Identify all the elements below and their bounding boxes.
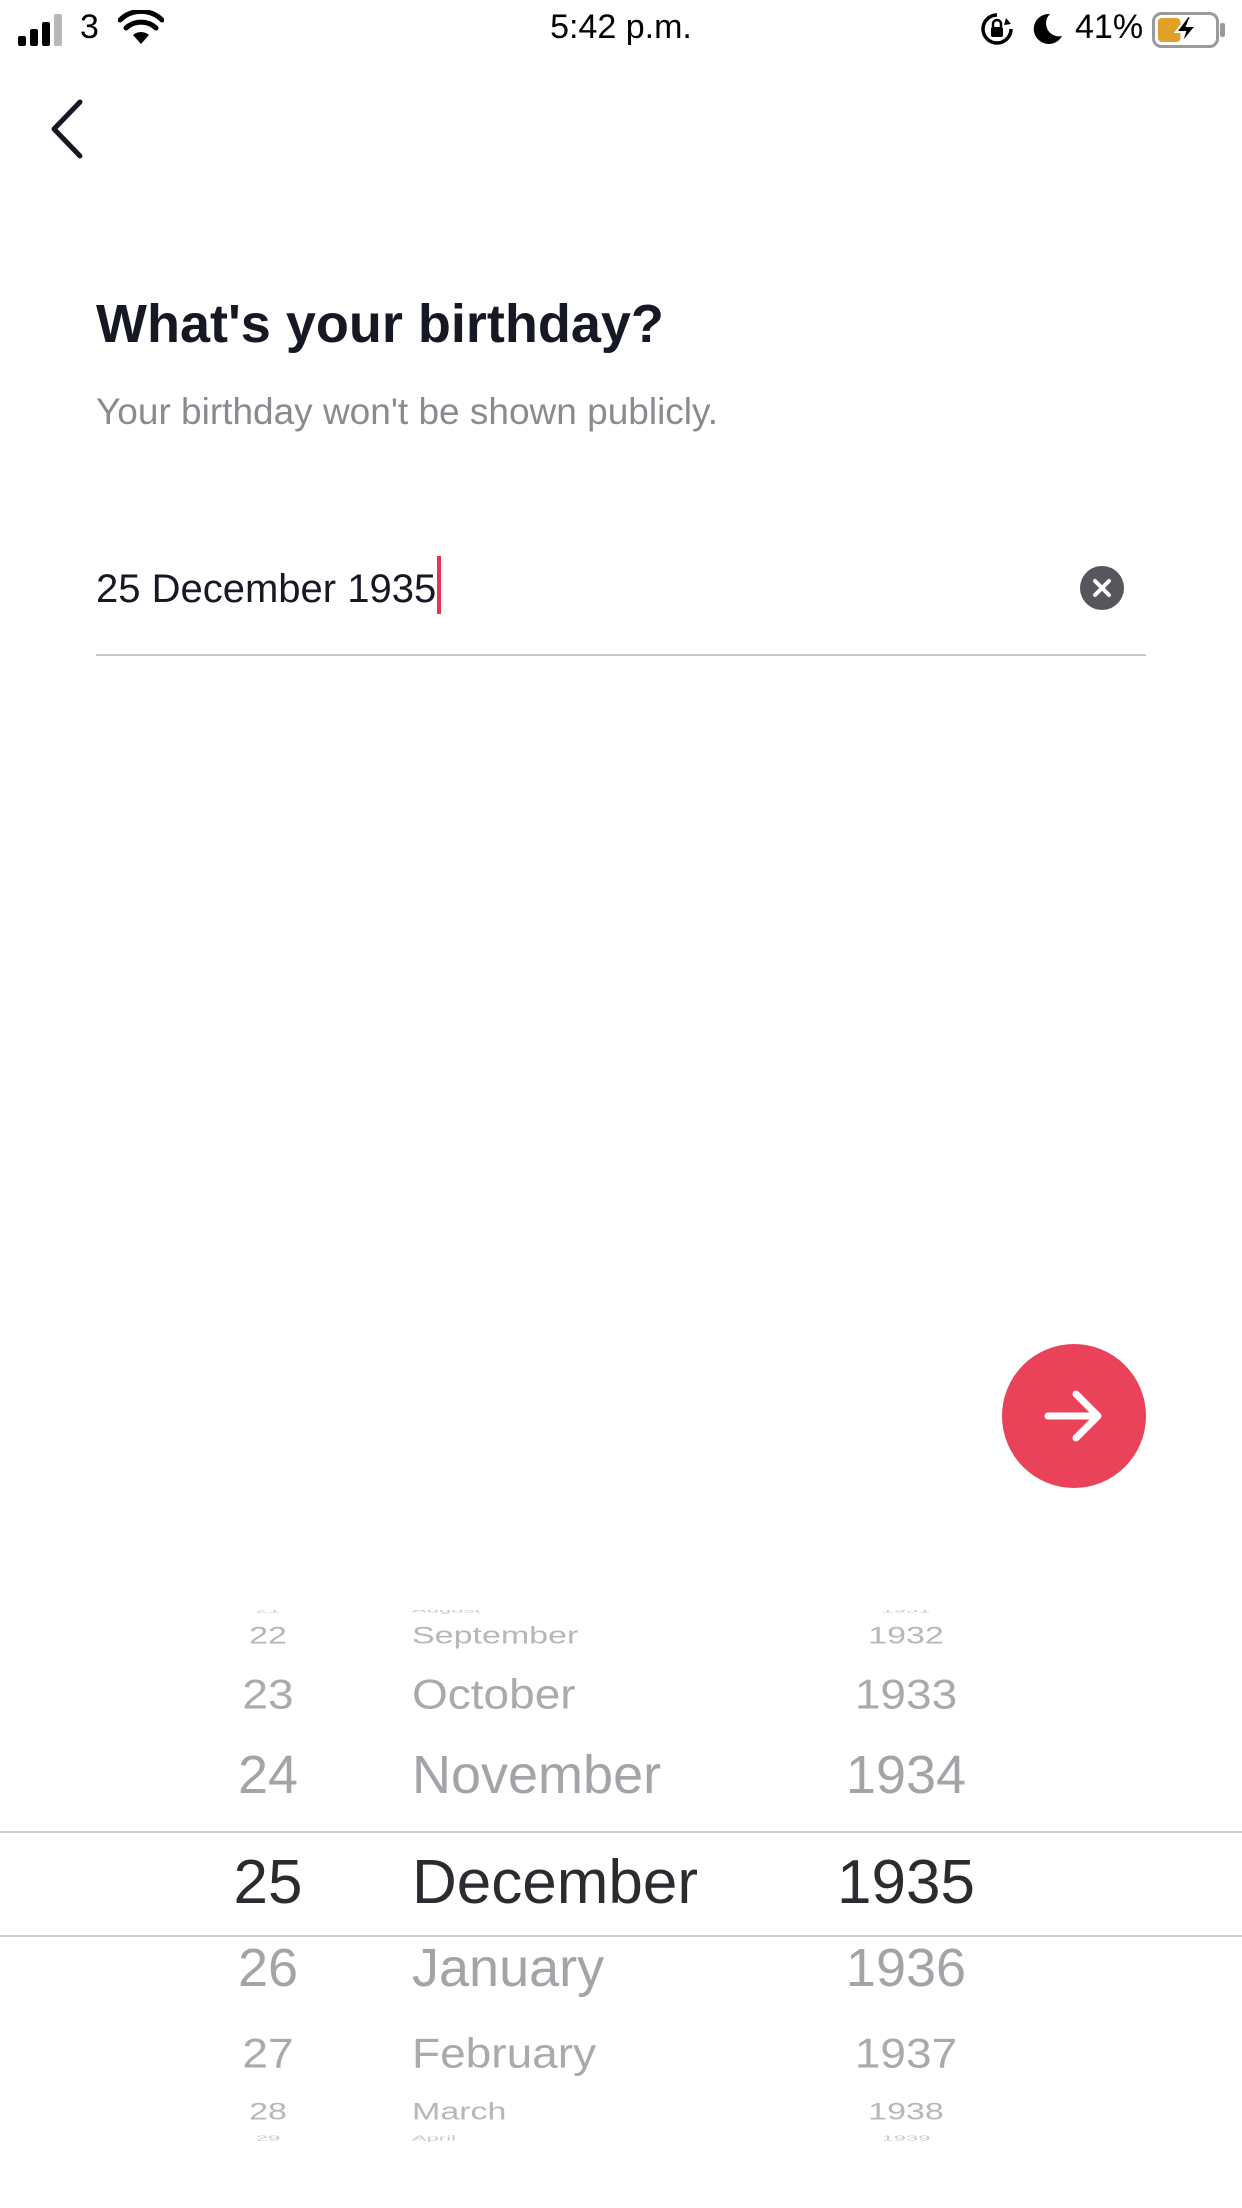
day-wheel[interactable]: 21 22 23 24 25 26 27 28 29 — [188, 1610, 348, 2150]
picker-day-option[interactable]: 29 — [188, 2134, 348, 2142]
date-picker[interactable]: 21 22 23 24 25 26 27 28 29 August September Octobe… — [0, 1610, 1242, 2150]
picker-month-option[interactable]: November — [412, 1748, 661, 1802]
picker-month-option[interactable]: March — [412, 2100, 506, 2124]
do-not-disturb-icon — [1033, 13, 1062, 44]
status-bar: 3 5:42 p.m. 41% — [0, 0, 1242, 64]
picker-day-option[interactable]: 24 — [188, 1748, 348, 1802]
picker-day-option[interactable]: 22 — [188, 1624, 348, 1648]
picker-year-option[interactable]: 1934 — [806, 1748, 1006, 1802]
year-wheel[interactable]: 1931 1932 1933 1934 1935 1936 1937 1938 1939 — [806, 1610, 1006, 2150]
picker-day-option[interactable]: 28 — [188, 2100, 348, 2124]
birthday-value: 25 December 1935 — [96, 567, 437, 611]
picker-year-option[interactable]: 1931 — [806, 1610, 1006, 1614]
battery-percent: 41% — [1075, 8, 1144, 46]
picker-day-option[interactable]: 21 — [188, 1610, 348, 1614]
battery-charging-icon — [1152, 12, 1225, 48]
picker-day-option[interactable]: 23 — [188, 1673, 348, 1714]
orientation-lock-icon — [981, 13, 1013, 45]
page-subtitle: Your birthday won't be shown publicly. — [96, 391, 719, 432]
picker-month-option[interactable]: February — [412, 2032, 596, 2073]
next-button[interactable] — [1002, 1344, 1146, 1488]
picker-month-option[interactable]: October — [412, 1673, 576, 1714]
picker-month-selected[interactable]: December — [412, 1852, 698, 1914]
picker-year-option[interactable]: 1937 — [806, 2032, 1006, 2073]
picker-year-option[interactable]: 1933 — [806, 1673, 1006, 1714]
arrow-right-icon — [1044, 1390, 1102, 1442]
picker-year-selected[interactable]: 1935 — [806, 1852, 1006, 1914]
back-button[interactable] — [40, 92, 100, 162]
month-wheel[interactable]: August September October November December Ja… — [412, 1610, 772, 2150]
chevron-left-icon — [51, 99, 83, 159]
close-icon — [1093, 579, 1111, 597]
picker-year-option[interactable]: 1932 — [806, 1624, 1006, 1648]
picker-day-selected[interactable]: 25 — [188, 1852, 348, 1914]
picker-day-option[interactable]: 27 — [188, 2032, 348, 2073]
birthday-input[interactable]: 25 December 1935 — [96, 556, 442, 615]
birthday-field[interactable]: 25 December 1935 — [96, 540, 1146, 656]
text-cursor — [437, 556, 442, 614]
page-title: What's your birthday? — [96, 294, 664, 354]
picker-month-option[interactable]: August — [412, 1610, 481, 1614]
picker-year-option[interactable]: 1936 — [806, 1941, 1006, 1995]
picker-month-option[interactable]: April — [412, 2134, 456, 2142]
picker-year-option[interactable]: 1939 — [806, 2134, 1006, 2142]
clear-button[interactable] — [1080, 566, 1124, 610]
picker-month-option[interactable]: January — [412, 1941, 604, 1995]
picker-month-option[interactable]: September — [412, 1624, 578, 1648]
birthday-screen: 3 5:42 p.m. 41% What's your birthday? Yo… — [0, 0, 1242, 2208]
picker-day-option[interactable]: 26 — [188, 1941, 348, 1995]
picker-year-option[interactable]: 1938 — [806, 2100, 1006, 2124]
